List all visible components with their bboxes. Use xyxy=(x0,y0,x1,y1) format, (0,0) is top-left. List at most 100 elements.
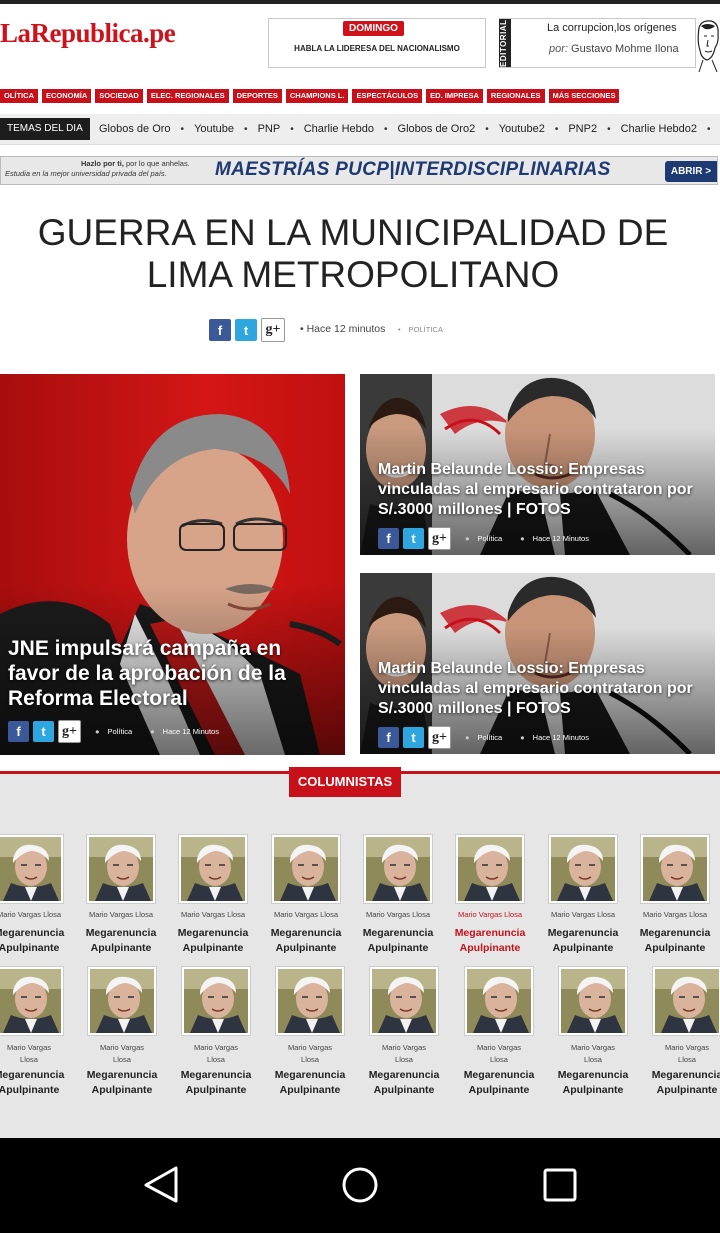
columnist-photo[interactable] xyxy=(87,966,157,1036)
columnist-card[interactable]: Mario Vargas Llosa Megarenuncia Apulpinante xyxy=(650,966,720,1096)
card-title[interactable]: Martin Belaunde Lossio: Empresas vincula… xyxy=(378,659,708,719)
columnist-title[interactable]: Megarenuncia Apulpinante xyxy=(79,1068,165,1098)
home-icon[interactable] xyxy=(342,1167,378,1203)
nav-espectaculos[interactable]: ESPECTÁCULOS xyxy=(352,89,423,103)
columnist-card[interactable]: Mario Vargas Llosa Megarenuncia Apulpinant… xyxy=(176,834,250,958)
news-card[interactable]: Martin Belaunde Lossio: Empresas vincula… xyxy=(360,374,715,555)
editorial-caricature xyxy=(697,20,719,72)
nav-champions[interactable]: CHAMPIONS L. xyxy=(285,89,349,103)
tema-item[interactable]: PNP2 xyxy=(568,123,597,135)
columnist-photo[interactable] xyxy=(271,834,341,904)
nav-regionales[interactable]: REGIONALES xyxy=(486,89,545,103)
nav-mas-secciones[interactable]: MÁS SECCIONES xyxy=(548,89,620,103)
columnist-photo[interactable] xyxy=(181,966,251,1036)
columnist-card[interactable]: Mario Vargas Llosa Megarenuncia Apulpinante xyxy=(179,966,253,1096)
tema-item[interactable]: Charlie Hebdo xyxy=(304,123,374,135)
columnist-title[interactable]: Megarenuncia Apulpinante xyxy=(267,1068,353,1098)
google-plus-share-icon[interactable]: g+ xyxy=(428,527,451,550)
site-logo[interactable]: LaRepublica.pe xyxy=(0,18,176,49)
columnist-title[interactable]: Megarenuncia Apulpinante xyxy=(447,926,533,956)
tema-item[interactable]: Charlie Hebdo2 xyxy=(621,123,697,135)
tema-item[interactable]: PNP xyxy=(258,123,281,135)
card-title[interactable]: JNE impulsará campaña en favor de la apr… xyxy=(8,636,328,711)
card-category[interactable]: Política xyxy=(478,534,503,543)
columnist-photo[interactable] xyxy=(548,834,618,904)
card-category[interactable]: Política xyxy=(478,733,503,742)
columnist-card[interactable]: Mario Vargas Llosa Megarenuncia Apulpinante xyxy=(462,966,536,1096)
columnist-photo[interactable] xyxy=(275,966,345,1036)
columnist-card[interactable]: Mario Vargas Llosa Megarenuncia Apulpinant… xyxy=(638,834,712,958)
columnist-title[interactable]: Megarenuncia Apulpinante xyxy=(263,926,349,956)
columnist-name: Mario Vargas Llosa xyxy=(381,1043,427,1064)
twitter-share-icon[interactable]: t xyxy=(403,528,424,549)
news-card[interactable]: JNE impulsará campaña en favor de la apr… xyxy=(0,374,345,755)
columnist-title[interactable]: Megarenuncia Apulpinante xyxy=(170,926,256,956)
nav-ed-impresa[interactable]: ED. IMPRESA xyxy=(426,89,483,103)
columnist-card[interactable]: Mario Vargas Llosa Megarenuncia Apulpinante xyxy=(273,966,347,1096)
columnist-card[interactable]: Mario Vargas Llosa Megarenuncia Apulpinant… xyxy=(84,834,158,958)
columnist-title[interactable]: Megarenuncia Apulpinante xyxy=(550,1068,636,1098)
columnist-photo[interactable] xyxy=(464,966,534,1036)
columnist-card[interactable]: Mario Vargas Llosa Megarenuncia Apulpinant… xyxy=(361,834,435,958)
banner-open-button[interactable]: ABRIR > xyxy=(665,161,717,182)
recents-icon[interactable] xyxy=(543,1168,577,1202)
facebook-share-icon[interactable]: f xyxy=(209,319,231,341)
columnist-card[interactable]: Mario Vargas Llosa Megarenuncia Apulpinante xyxy=(0,966,66,1096)
columnist-title[interactable]: Megarenuncia Apulpinante xyxy=(456,1068,542,1098)
facebook-share-icon[interactable]: f xyxy=(378,528,399,549)
tema-item[interactable]: Youtube2 xyxy=(499,123,545,135)
columnist-photo[interactable] xyxy=(455,834,525,904)
columnist-photo[interactable] xyxy=(369,966,439,1036)
back-icon[interactable] xyxy=(144,1166,178,1203)
columnist-photo[interactable] xyxy=(0,834,64,904)
nav-politica[interactable]: OLÍTICA xyxy=(0,89,38,103)
columnist-title[interactable]: Megarenuncia Apulpinante xyxy=(355,926,441,956)
columnist-photo[interactable] xyxy=(86,834,156,904)
columnist-photo[interactable] xyxy=(558,966,628,1036)
main-category[interactable]: • POLÍTICA xyxy=(398,325,443,334)
google-plus-share-icon[interactable]: g+ xyxy=(428,726,451,749)
tema-item[interactable]: Globos de Oro xyxy=(99,123,171,135)
columnist-title[interactable]: Megarenuncia Apulpinante xyxy=(540,926,626,956)
columnist-card[interactable]: Mario Vargas Llosa Megarenuncia Apulpinant… xyxy=(546,834,620,958)
columnist-photo[interactable] xyxy=(652,966,720,1036)
card-title[interactable]: Martin Belaunde Lossio: Empresas vincula… xyxy=(378,460,708,520)
twitter-share-icon[interactable]: t xyxy=(33,721,54,742)
columnist-card[interactable]: Mario Vargas Llosa Megarenuncia Apulpinant… xyxy=(0,834,66,958)
nav-deportes[interactable]: DEPORTES xyxy=(232,89,282,103)
columnist-photo[interactable] xyxy=(0,966,64,1036)
columnist-photo[interactable] xyxy=(363,834,433,904)
google-plus-share-icon[interactable]: g+ xyxy=(261,318,285,342)
main-headline[interactable]: GUERRA EN LA MUNICIPALIDAD DE LIMA METRO… xyxy=(0,212,706,296)
tema-item[interactable]: Youtube xyxy=(194,123,234,135)
columnist-card[interactable]: Mario Vargas Llosa Megarenuncia Apulpinant… xyxy=(269,834,343,958)
news-card[interactable]: Martin Belaunde Lossio: Empresas vincula… xyxy=(360,573,715,754)
columnist-card[interactable]: Mario Vargas Llosa Megarenuncia Apulpinante xyxy=(85,966,159,1096)
twitter-share-icon[interactable]: t xyxy=(403,727,424,748)
columnist-card[interactable]: Mario Vargas Llosa Megarenuncia Apulpinant… xyxy=(453,834,527,958)
facebook-share-icon[interactable]: f xyxy=(378,727,399,748)
columnist-card[interactable]: Mario Vargas Llosa Megarenuncia Apulpinante xyxy=(556,966,630,1096)
facebook-share-icon[interactable]: f xyxy=(8,721,29,742)
card-category[interactable]: Política xyxy=(108,727,133,736)
editorial-promo[interactable]: EDITORIAL La corrupcion,los orígenes por… xyxy=(499,18,696,68)
columnist-title[interactable]: Megarenuncia Apulpinante xyxy=(0,1068,72,1098)
columnist-title[interactable]: Megarenuncia Apulpinante xyxy=(78,926,164,956)
pucp-ad-banner[interactable]: Hazlo por ti, por lo que anhelas. Estudi… xyxy=(0,156,718,185)
columnist-title[interactable]: Megarenuncia Apulpinante xyxy=(632,926,718,956)
nav-sociedad[interactable]: SOCIEDAD xyxy=(95,89,143,103)
nav-elec-regionales[interactable]: ELEC. REGIONALES xyxy=(146,89,229,103)
columnist-title[interactable]: Megarenuncia Apulpinante xyxy=(644,1068,720,1098)
columnist-name: Mario Vargas Llosa xyxy=(0,910,62,919)
columnist-title[interactable]: Megarenuncia Apulpinante xyxy=(0,926,72,956)
columnist-card[interactable]: Mario Vargas Llosa Megarenuncia Apulpinante xyxy=(367,966,441,1096)
twitter-share-icon[interactable]: t xyxy=(235,319,257,341)
domingo-promo[interactable]: DOMINGO HABLA LA LIDERESA DEL NACIONALIS… xyxy=(268,18,486,68)
columnist-photo[interactable] xyxy=(640,834,710,904)
columnist-photo[interactable] xyxy=(178,834,248,904)
google-plus-share-icon[interactable]: g+ xyxy=(58,720,81,743)
tema-item[interactable]: Globos de Oro2 xyxy=(398,123,476,135)
nav-economia[interactable]: ECONOMÍA xyxy=(42,89,92,103)
columnist-title[interactable]: Megarenuncia Apulpinante xyxy=(361,1068,447,1098)
columnist-title[interactable]: Megarenuncia Apulpinante xyxy=(173,1068,259,1098)
